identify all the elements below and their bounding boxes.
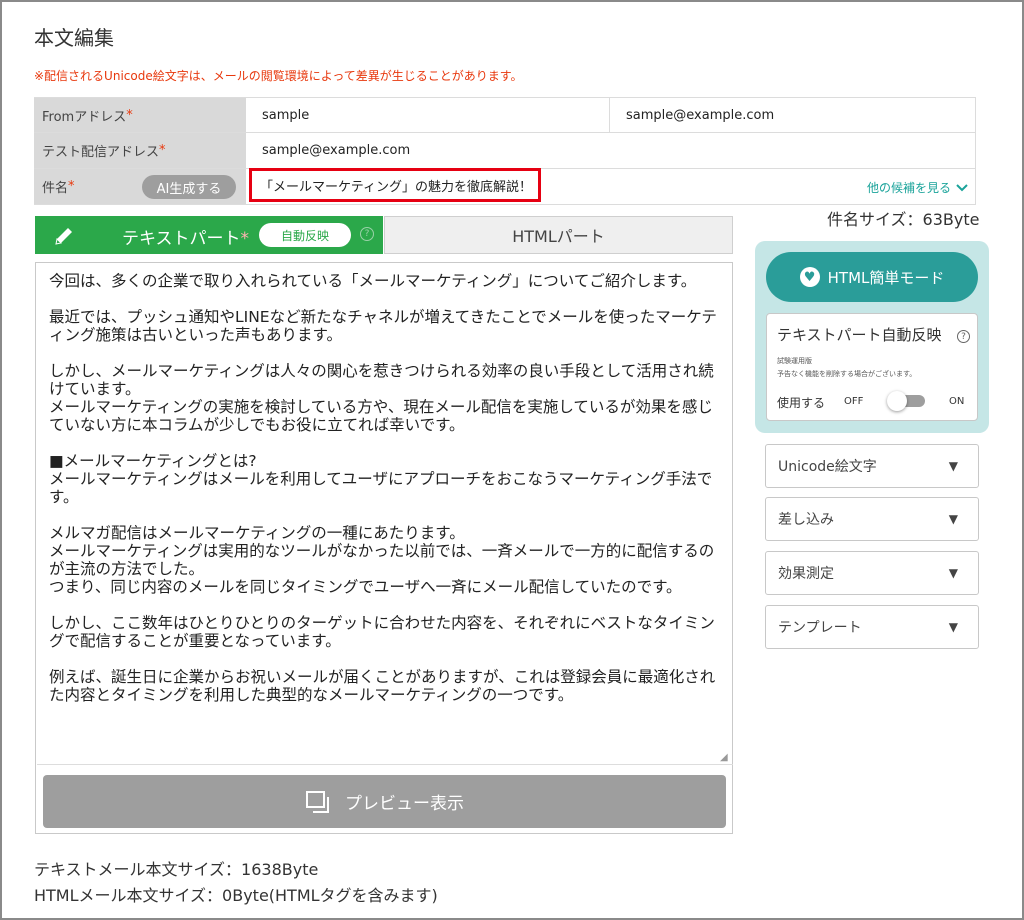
preview-icon: [306, 790, 329, 813]
chevron-down-icon: [956, 183, 968, 191]
required-mark: *: [159, 143, 166, 158]
help-icon[interactable]: ?: [957, 330, 970, 343]
body-paragraph: ■メールマーケティングとは? メールマーケティングはメールを利用してユーザにアプロ…: [49, 452, 713, 506]
auto-reflect-title: テキストパート自動反映: [777, 326, 942, 344]
body-paragraph: 最近では、プッシュ通知やLINEなど新たなチャネルが増えてきたことでメールを使っ…: [49, 308, 717, 344]
tracking-dropdown[interactable]: 効果測定 ▼: [765, 551, 979, 595]
body-paragraph: 今回は、多くの企業で取り入れられている「メールマーケティング」についてご紹介しま…: [49, 272, 697, 290]
unicode-emoji-dropdown[interactable]: Unicode絵文字 ▼: [765, 444, 979, 488]
test-address-row: テスト配信アドレス * sample@example.com: [34, 133, 976, 169]
html-easy-mode-button[interactable]: ♥ HTML簡単モード: [766, 252, 978, 302]
trial-note: 試験運用版: [777, 357, 812, 365]
tab-text-part[interactable]: テキストパート* 自動反映 ?: [35, 216, 383, 254]
body-paragraph: しかし、メールマーケティングは人々の関心を惹きつけられる効率の良い手段として活用…: [49, 362, 714, 434]
from-address-field[interactable]: sample@example.com: [610, 98, 976, 132]
auto-reflect-card: テキストパート自動反映 ? 試験運用版 予告なく機能を削除する場合がございます。…: [766, 313, 978, 421]
body-paragraph: 例えば、誕生日に企業からお祝いメールが届くことがありますが、これは登録会員に最適…: [49, 668, 716, 704]
auto-reflect-badge: 自動反映: [259, 223, 351, 247]
help-icon[interactable]: ?: [360, 227, 374, 241]
caret-down-icon: ▼: [948, 566, 958, 580]
from-name-field[interactable]: sample: [246, 98, 610, 132]
tab-html-part[interactable]: HTMLパート: [384, 216, 733, 254]
use-label: 使用する: [777, 396, 826, 410]
body-editor-container: 今回は、多くの企業で取り入れられている「メールマーケティング」についてご紹介しま…: [35, 262, 733, 834]
text-mail-size: テキストメール本文サイズ：1638Byte: [34, 860, 319, 879]
merge-tag-dropdown[interactable]: 差し込み ▼: [765, 497, 979, 541]
template-dropdown[interactable]: テンプレート ▼: [765, 605, 979, 649]
subject-size: 件名サイズ：63Byte: [827, 210, 980, 229]
from-label: Fromアドレス *: [34, 98, 246, 132]
required-mark: *: [68, 179, 75, 194]
auto-reflect-toggle[interactable]: [887, 391, 927, 411]
pencil-icon: [55, 228, 72, 245]
trial-note-detail: 予告なく機能を削除する場合がございます。: [777, 370, 917, 378]
caret-down-icon: ▼: [948, 459, 958, 473]
heart-icon: ♥: [799, 267, 820, 287]
emoji-notice: ※配信されるUnicode絵文字は、メールの閲覧環境によって差異が生じることがあ…: [34, 69, 523, 83]
preview-button[interactable]: プレビュー表示: [43, 775, 726, 828]
html-mail-size: HTMLメール本文サイズ：0Byte(HTMLタグを含みます): [34, 886, 438, 905]
required-mark: *: [240, 229, 250, 249]
resize-grip-icon[interactable]: ◢: [720, 753, 730, 763]
caret-down-icon: ▼: [948, 620, 958, 634]
test-address-field[interactable]: sample@example.com: [246, 133, 976, 168]
more-candidates-link[interactable]: 他の候補を見る: [867, 179, 969, 196]
html-mode-panel: ♥ HTML簡単モード テキストパート自動反映 ? 試験運用版 予告なく機能を削…: [755, 241, 989, 433]
page-title: 本文編集: [34, 26, 114, 50]
body-textarea[interactable]: 今回は、多くの企業で取り入れられている「メールマーケティング」についてご紹介しま…: [37, 264, 733, 765]
from-row: Fromアドレス * sample sample@example.com: [34, 97, 976, 133]
test-address-label: テスト配信アドレス *: [34, 133, 246, 168]
body-paragraph: メルマガ配信はメールマーケティングの一種にあたります。 メールマーケティングは実用…: [49, 524, 715, 596]
required-mark: *: [126, 107, 133, 123]
caret-down-icon: ▼: [948, 512, 958, 526]
body-paragraph: しかし、ここ数年はひとりひとりのターゲットに合わせた内容を、それぞれにベストなタ…: [49, 614, 715, 650]
subject-input[interactable]: 「メールマーケティング」の魅力を徹底解説！: [249, 168, 541, 202]
ai-generate-button[interactable]: AI生成する: [142, 175, 236, 199]
subject-label: 件名 * AI生成する: [34, 169, 246, 204]
off-label: OFF: [844, 396, 864, 407]
on-label: ON: [949, 396, 965, 407]
